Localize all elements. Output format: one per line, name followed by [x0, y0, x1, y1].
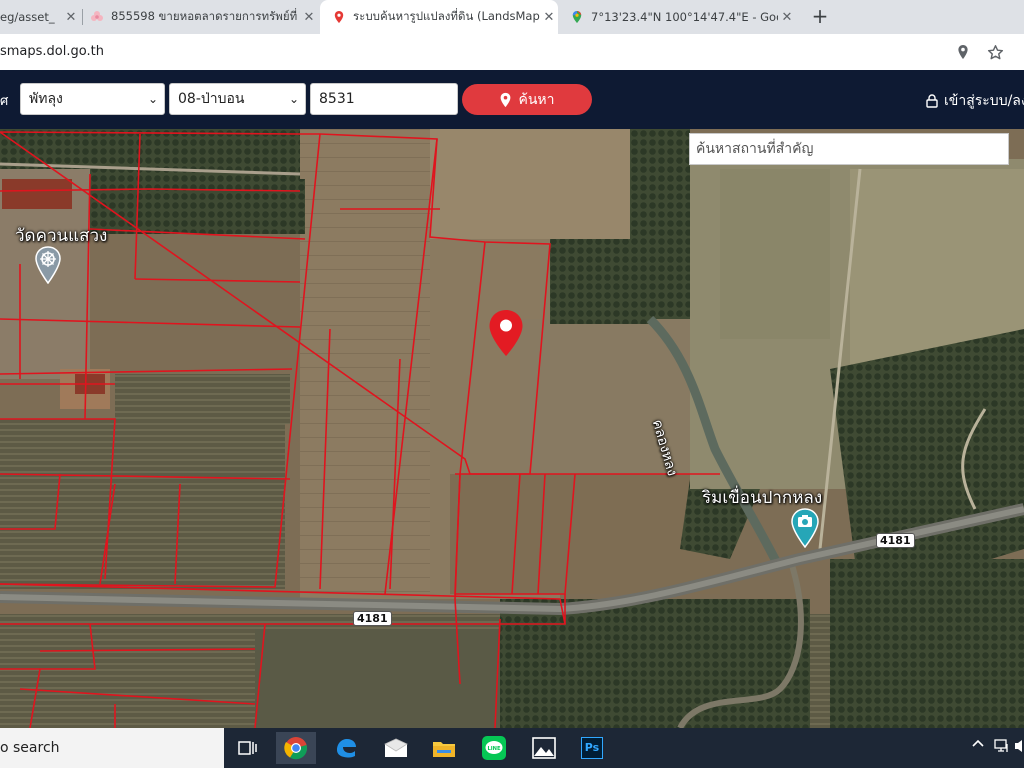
tab-asset[interactable]: eg/asset_ ✕	[0, 0, 80, 34]
photoshop-icon-label: Ps	[581, 737, 603, 759]
browser-toolbar: smaps.dol.go.th	[0, 34, 1024, 70]
line-icon[interactable]: LINE	[474, 732, 514, 764]
map-pin-icon	[501, 92, 511, 107]
satellite-imagery	[0, 129, 1024, 728]
tab-title: 7°13'23.4"N 100°14'47.4"E - Goo	[591, 10, 778, 24]
photos-icon[interactable]	[524, 732, 564, 764]
map-view[interactable]: ค้นหาสถานที่สำคัญ วัดควนแสวง คลองหลง ริม…	[0, 129, 1024, 728]
line-icon-text: LINE	[487, 746, 501, 752]
tab-divider	[82, 9, 83, 25]
flower-icon	[91, 11, 103, 21]
tab-title: 855598 ขายหอตลาดรายการทรัพย์ที่	[111, 9, 298, 23]
login-label: เข้าสู่ระบบ/ลง	[944, 93, 1024, 109]
location-icon[interactable]	[953, 42, 973, 62]
mail-icon[interactable]	[376, 732, 416, 764]
parcel-location-marker-icon[interactable]	[488, 309, 524, 357]
tab-landsmaps[interactable]: ระบบค้นหารูปแปลงที่ดิน (LandsMaps ✕	[320, 0, 558, 34]
temple-pin-icon[interactable]	[34, 246, 62, 284]
close-tab-icon[interactable]: ✕	[540, 10, 558, 25]
header-logo-text: ศ	[0, 94, 9, 109]
camera-pin-icon[interactable]	[790, 508, 820, 548]
district-select[interactable]: 08-ป่าบอน ⌄	[169, 83, 306, 115]
place-search-input[interactable]: ค้นหาสถานที่สำคัญ	[689, 133, 1009, 165]
road-number-shield: 4181	[876, 533, 915, 548]
tab-google-maps[interactable]: 7°13'23.4"N 100°14'47.4"E - Goo ✕	[566, 0, 796, 34]
chrome-icon[interactable]	[276, 732, 316, 764]
network-icon[interactable]	[994, 738, 1010, 758]
edge-icon[interactable]	[326, 732, 366, 764]
district-value: 08-ป่าบอน	[178, 91, 245, 107]
browser-tab-strip: eg/asset_ ✕ 855598 ขายหอตลาดรายการทรัพย์…	[0, 0, 1024, 34]
road-number-shield: 4181	[353, 611, 392, 626]
file-explorer-icon[interactable]	[424, 732, 464, 764]
windows-taskbar: o search LINE Ps	[0, 728, 1024, 768]
map-pin-icon	[334, 11, 344, 23]
task-view-icon[interactable]	[228, 732, 268, 764]
temple-label: วัดควนแสวง	[15, 226, 108, 246]
province-select[interactable]: พัทลุง ⌄	[20, 83, 165, 115]
photoshop-icon[interactable]: Ps	[572, 732, 612, 764]
landsmaps-header: ศ พัทลุง ⌄ 08-ป่าบอน ⌄ 8531 ค้นหา เข้าสู…	[0, 70, 1024, 129]
tab-property-listing[interactable]: 855598 ขายหอตลาดรายการทรัพย์ที่ ✕	[90, 0, 318, 34]
google-maps-icon	[572, 11, 582, 23]
tab-title: eg/asset_	[0, 10, 55, 24]
dam-viewpoint-label: ริมเขื่อนปากหลง	[702, 488, 823, 508]
new-tab-button[interactable]: +	[808, 4, 832, 28]
volume-icon[interactable]	[1014, 738, 1024, 758]
bookmark-star-icon[interactable]	[985, 42, 1005, 62]
province-value: พัทลุง	[29, 91, 63, 107]
screen: eg/asset_ ✕ 855598 ขายหอตลาดรายการทรัพย์…	[0, 0, 1024, 768]
parcel-number-input[interactable]: 8531	[310, 83, 458, 115]
taskbar-search-box[interactable]: o search	[0, 728, 224, 768]
lock-icon	[926, 94, 938, 108]
login-link[interactable]: เข้าสู่ระบบ/ลง	[926, 90, 1024, 112]
search-button[interactable]: ค้นหา	[462, 84, 592, 115]
chevron-up-icon[interactable]	[972, 738, 984, 754]
tab-title: ระบบค้นหารูปแปลงที่ดิน (LandsMaps	[353, 9, 540, 23]
search-button-label: ค้นหา	[518, 91, 555, 108]
address-bar[interactable]: smaps.dol.go.th	[0, 34, 104, 70]
close-tab-icon[interactable]: ✕	[778, 10, 796, 25]
close-tab-icon[interactable]: ✕	[300, 10, 318, 25]
chevron-down-icon: ⌄	[288, 92, 299, 106]
close-tab-icon[interactable]: ✕	[62, 10, 80, 25]
chevron-down-icon: ⌄	[147, 92, 158, 106]
